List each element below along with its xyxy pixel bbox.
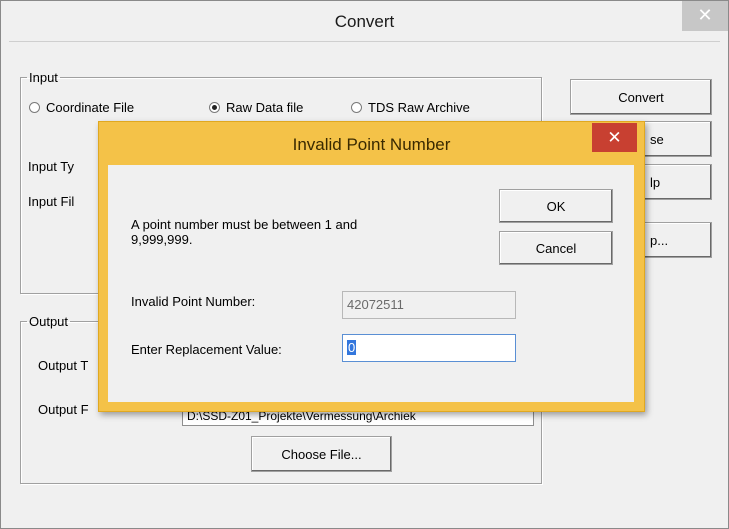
output-file-label: Output F (38, 402, 89, 417)
replacement-value-input[interactable]: 0 (342, 334, 516, 362)
message-line-2: 9,999,999. (131, 232, 193, 247)
convert-button[interactable]: Convert (570, 79, 712, 115)
radio-label: Coordinate File (46, 100, 135, 115)
input-type-label: Input Ty (28, 159, 75, 174)
cancel-button[interactable]: Cancel (499, 231, 613, 265)
input-group-legend: Input (29, 70, 58, 85)
choose-file-button[interactable]: Choose File... (251, 436, 392, 472)
ok-button[interactable]: OK (499, 189, 613, 223)
radio-label: TDS Raw Archive (368, 100, 470, 115)
close-icon[interactable]: ✕ (682, 1, 728, 31)
output-group-legend: Output (29, 314, 69, 329)
radio-coordinate-file[interactable]: Coordinate File (29, 100, 134, 115)
invalid-point-number-dialog: Invalid Point Number ✕ A point number mu… (98, 121, 645, 412)
message-line-1: A point number must be between 1 and (131, 217, 358, 232)
window-title: Convert (334, 12, 395, 31)
dialog-content: A point number must be between 1 and 9,9… (108, 165, 634, 402)
dialog-title: Invalid Point Number (292, 135, 451, 154)
radio-indicator (351, 102, 362, 113)
replacement-value-label: Enter Replacement Value: (131, 342, 282, 357)
radio-indicator (29, 102, 40, 113)
input-file-label: Input Fil (28, 194, 75, 209)
invalid-point-number-label: Invalid Point Number: (131, 294, 256, 309)
replacement-value-selected-text: 0 (347, 340, 357, 355)
output-type-label: Output T (38, 358, 89, 373)
dialog-close-icon[interactable]: ✕ (592, 123, 637, 152)
invalid-point-number-field: 42072511 (342, 291, 516, 319)
title-bar[interactable]: Convert ✕ (1, 1, 728, 41)
radio-raw-data-file[interactable]: Raw Data file (209, 100, 303, 115)
radio-label: Raw Data file (226, 100, 304, 115)
radio-tds-raw-archive[interactable]: TDS Raw Archive (351, 100, 470, 115)
radio-indicator (209, 102, 220, 113)
